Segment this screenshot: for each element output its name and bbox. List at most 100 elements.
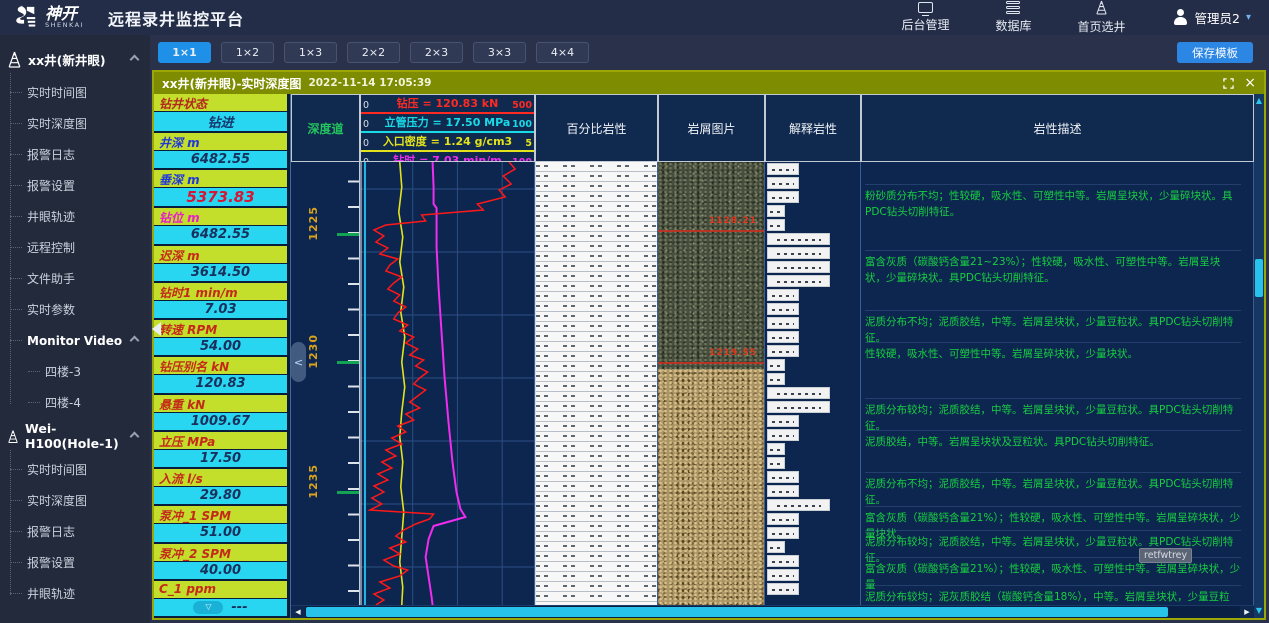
nav-home-label: 首页选井 [1078, 18, 1126, 35]
user-icon [1172, 9, 1189, 26]
logo-name: 神开 [45, 7, 84, 21]
curve-legend-row: 0 钻压 = 120.83 kN 500 [361, 95, 534, 114]
sidebar-item-label: 实时参数 [27, 301, 75, 318]
lith-block [767, 373, 785, 385]
curve-legend-text: 钻时 = 7.03 min/m [393, 152, 501, 162]
curve-scale-max: 500 [512, 100, 532, 111]
sidebar-well-1[interactable]: xx井(新井眼) [0, 41, 150, 77]
sidebar-item[interactable]: 报警日志 [0, 516, 150, 547]
parameter-value-row: ▽ 5373.83 [154, 188, 287, 206]
sidebar-item[interactable]: 四楼-3 [0, 356, 150, 387]
horizontal-scroll-thumb[interactable] [306, 607, 1168, 617]
sidebar-item-label: 井眼轨迹 [27, 585, 75, 602]
sidebar-item-label: 井眼轨迹 [27, 208, 75, 225]
parameter-value-row: ▽ 40.00 [154, 562, 287, 579]
sidebar-item[interactable]: 报警设置 [0, 170, 150, 201]
panel-title: xx井(新井眼)-实时深度图 [162, 75, 301, 92]
sidebar-item[interactable]: 实时深度图 [0, 485, 150, 516]
depth-chart-panel: xx井(新井眼)-实时深度图 2022-11-14 17:05:39 × [152, 70, 1266, 620]
parameter-value-row: ▽ 3614.50 [154, 264, 287, 281]
collapse-caret-icon [130, 54, 140, 64]
layout-tab[interactable]: 1×2 [221, 42, 274, 63]
sidebar-item[interactable]: 实时时间图 [0, 77, 150, 108]
close-icon[interactable]: × [1244, 76, 1256, 90]
lith-percent-header: 百分比岩性 [535, 94, 658, 162]
horizontal-scrollbar[interactable]: ◀ ▶ [291, 605, 1254, 618]
sidebar-item[interactable]: 四楼-4 [0, 387, 150, 418]
vertical-scrollbar[interactable]: ▲ ▼ [1254, 94, 1264, 618]
sidebar-well-2[interactable]: Wei-H100(Hole-1) [0, 418, 150, 454]
sidebar-item[interactable]: 远程控制 [0, 232, 150, 263]
scroll-up-icon[interactable]: ▲ [1254, 94, 1264, 106]
monitor-icon [918, 2, 933, 13]
parameter-value-row: ▽ 51.00 [154, 524, 287, 541]
curve-scale-min: 0 [363, 138, 369, 149]
lith-description-track: 粉砂质分布不均；性较硬，吸水性、可塑性中等。岩屑呈块状，少量碎块状。具PDC钻头… [861, 162, 1254, 605]
layout-tab[interactable]: 4×4 [536, 42, 589, 63]
layout-tab[interactable]: 2×2 [347, 42, 400, 63]
sidebar-item-label: 实时时间图 [27, 461, 87, 478]
lith-block [767, 317, 799, 329]
nav-admin[interactable]: 后台管理 [901, 2, 949, 33]
sidebar-item[interactable]: 井眼轨迹 [0, 578, 150, 609]
dropdown-button[interactable]: ▽ [193, 601, 223, 614]
content-area: 1×1 1×2 1×3 2×2 2×3 [150, 35, 1269, 623]
app-title: 远程录井监控平台 [108, 6, 244, 30]
parameter-value-row: ▽ 17.50 [154, 450, 287, 467]
lith-description-text: 泥质分布较均；泥质胶结，中等。岩屑呈块状，少量豆粒状。具PDC钻头切削特征。 [865, 398, 1241, 434]
sidebar-item[interactable]: 实时参数 [0, 294, 150, 325]
cuttings-photo-header: 岩屑图片 [658, 94, 765, 162]
lith-block [767, 247, 830, 259]
lith-description-text: 粉砂质分布不均；性较硬，吸水性、可塑性中等。岩屑呈块状，少量碎块状。具PDC钻头… [865, 184, 1241, 220]
lith-description-text: 泥质胶结，中等。岩屑呈块状及豆粒状。具PDC钻头切削特征。 [865, 430, 1241, 450]
sidebar-item[interactable]: 报警日志 [0, 139, 150, 170]
parameter-block: 迟深 m ▽ 3614.50 [154, 246, 287, 283]
sidebar-item[interactable]: 报警设置 [0, 547, 150, 578]
parameter-value-row: ▽ --- [154, 599, 287, 616]
collapse-caret-icon [130, 431, 140, 441]
sidebar-item[interactable]: 井眼轨迹 [0, 201, 150, 232]
parameter-block: 钻时1 min/m ▽ 7.03 [154, 283, 287, 320]
lith-block [767, 275, 830, 287]
layout-tab[interactable]: 1×3 [284, 42, 337, 63]
parameter-value: 钻进 [207, 112, 233, 131]
nav-database[interactable]: 数据库 [995, 1, 1031, 34]
chevron-down-icon: ▾ [1246, 12, 1251, 23]
scroll-left-icon[interactable]: ◀ [291, 606, 305, 618]
panel-titlebar: xx井(新井眼)-实时深度图 2022-11-14 17:05:39 × [154, 72, 1264, 94]
lith-symbols [536, 162, 657, 605]
parameter-label: 迟深 m [154, 246, 287, 263]
lith-block [767, 555, 799, 567]
save-template-button[interactable]: 保存模板 [1177, 42, 1253, 63]
sidebar-item[interactable]: 文件助手 [0, 263, 150, 294]
layout-tab[interactable]: 1×1 [158, 42, 211, 63]
chevron-left-icon: < [294, 356, 303, 369]
sidebar-item-label: 实时时间图 [27, 84, 87, 101]
panel-collapse-arrow-icon[interactable] [152, 322, 161, 336]
parameter-label: 垂深 m [154, 170, 287, 187]
depth-major-tick [337, 233, 359, 236]
scroll-right-icon[interactable]: ▶ [1240, 606, 1254, 618]
lith-block [767, 205, 785, 217]
layout-tab[interactable]: 3×3 [473, 42, 526, 63]
curves-plot [360, 162, 534, 605]
lith-description-text: 富含灰质（碳酸钙含量21~23%）；性较硬，吸水性、可塑性中等。岩屑呈块状，少量… [865, 250, 1241, 286]
curve-legend-text: 立管压力 = 17.50 MPa [385, 114, 511, 130]
curve-legend-row: 0 立管压力 = 17.50 MPa 100 [361, 114, 534, 133]
parameter-block: 泵冲_2 SPM ▽ 40.00 [154, 544, 287, 581]
sidebar-item[interactable]: 实时时间图 [0, 454, 150, 485]
layout-tab[interactable]: 2×3 [410, 42, 463, 63]
track-collapse-handle[interactable]: < [291, 342, 306, 382]
expand-icon[interactable] [1223, 78, 1234, 89]
sidebar-item[interactable]: 实时深度图 [0, 108, 150, 139]
vertical-scroll-thumb[interactable] [1255, 259, 1263, 297]
nav-admin-label: 后台管理 [901, 16, 949, 33]
user-menu[interactable]: 管理员2 ▾ [1172, 8, 1251, 27]
curve-legend-row: 0 入口密度 = 1.24 g/cm3 5 [361, 133, 534, 152]
well-1-tree: 实时时间图 实时深度图 报警日志 报警设置 [0, 77, 150, 418]
scroll-down-icon[interactable]: ▼ [1254, 604, 1264, 616]
well-name: Wei-H100(Hole-1) [25, 421, 125, 451]
nav-home-well[interactable]: 首页选井 [1078, 0, 1126, 35]
parameter-value-row: ▽ 7.03 [154, 301, 287, 318]
sidebar-item[interactable]: Monitor Video [0, 325, 150, 356]
